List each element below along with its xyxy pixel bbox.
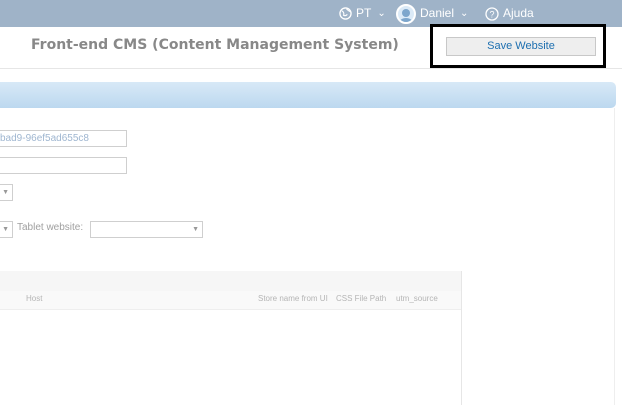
website-select[interactable]: ▼ xyxy=(0,221,13,238)
grid-header: Host Store name from UI CSS File Path ut… xyxy=(0,291,461,310)
save-website-button[interactable]: Save Website xyxy=(446,37,596,56)
language-label: PT xyxy=(356,6,372,20)
divider xyxy=(614,108,615,405)
svg-text:?: ? xyxy=(489,9,494,19)
chevron-down-icon: ⌄ xyxy=(377,8,386,19)
help-link[interactable]: ? Ajuda xyxy=(485,0,534,27)
column-header-utm-source[interactable]: utm_source xyxy=(396,294,438,303)
avatar xyxy=(396,3,416,24)
data-grid: Host Store name from UI CSS File Path ut… xyxy=(0,271,462,405)
chevron-down-icon: ⌄ xyxy=(460,8,469,19)
user-menu[interactable]: Daniel ⌄ xyxy=(396,0,468,27)
column-header-host[interactable]: Host xyxy=(26,294,42,303)
text-field[interactable] xyxy=(0,157,127,174)
id-field[interactable]: bad9-96ef5ad655c8 xyxy=(0,130,127,147)
dropdown-arrow-icon: ▼ xyxy=(192,226,199,233)
page-title: Front-end CMS (Content Management System… xyxy=(31,37,399,53)
top-navigation-bar: PT ⌄ Daniel ⌄ ? Ajuda xyxy=(0,0,622,27)
help-icon: ? xyxy=(485,6,499,21)
select-field[interactable]: ▼ xyxy=(0,184,13,201)
help-label: Ajuda xyxy=(503,6,534,20)
dropdown-arrow-icon: ▼ xyxy=(2,189,9,196)
column-header-css-file-path[interactable]: CSS File Path xyxy=(336,294,386,303)
section-banner xyxy=(0,82,616,108)
tablet-website-select[interactable]: ▼ xyxy=(90,221,203,238)
grid-toolbar xyxy=(0,271,461,291)
dropdown-arrow-icon: ▼ xyxy=(2,226,9,233)
tablet-website-label: Tablet website: xyxy=(17,222,84,233)
globe-icon xyxy=(339,7,352,20)
language-selector[interactable]: PT ⌄ xyxy=(339,0,386,27)
user-name: Daniel xyxy=(420,6,455,20)
column-header-store-name[interactable]: Store name from UI xyxy=(258,294,332,303)
